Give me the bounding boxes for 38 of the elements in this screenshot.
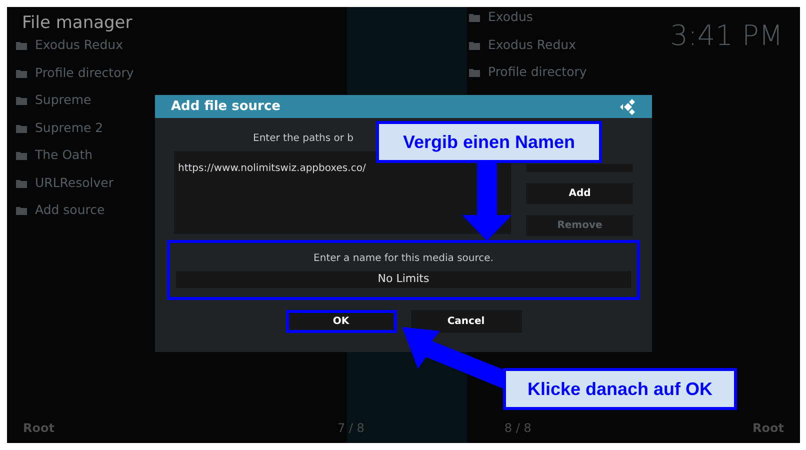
- logo-icon: [620, 98, 636, 114]
- folder-icon: [16, 68, 27, 78]
- dialog-button[interactable]: OK: [286, 310, 396, 333]
- dialog-title: Add file source: [171, 98, 280, 116]
- browse-button[interactable]: [526, 164, 633, 172]
- folder-icon: [16, 206, 27, 216]
- folder-item[interactable]: Add source: [35, 201, 105, 220]
- annotation-callout: Klicke danach auf OK: [503, 368, 737, 410]
- folder-icon: [16, 124, 27, 133]
- footer-label: Root: [23, 420, 54, 437]
- page-counter: 8 / 8: [504, 420, 532, 437]
- side-button[interactable]: Add: [526, 183, 633, 204]
- dialog-button[interactable]: Cancel: [410, 310, 522, 333]
- folder-icon: [16, 41, 27, 50]
- folder-item[interactable]: Supreme 2: [35, 118, 104, 138]
- folder-icon: [469, 68, 480, 78]
- footer-label: Root: [752, 420, 784, 437]
- folder-item[interactable]: URLResolver: [35, 174, 114, 193]
- page-title: File manager: [22, 13, 132, 33]
- dialog-instruction: Enter the paths or b: [253, 133, 354, 144]
- folder-item[interactable]: Exodus Redux: [35, 36, 123, 56]
- folder-item[interactable]: Exodus: [488, 8, 533, 28]
- folder-item[interactable]: Profile directory: [488, 63, 587, 82]
- path-entry[interactable]: https://www.nolimitswiz.appboxes.co/: [178, 161, 366, 176]
- clock: 3:41 PM: [670, 18, 783, 54]
- name-prompt: Enter a name for this media source.: [314, 252, 494, 266]
- annotation-callout: Vergib einen Namen: [376, 121, 602, 163]
- folder-icon: [469, 13, 480, 22]
- page-counter: 7 / 8: [337, 420, 364, 437]
- folder-icon: [16, 96, 27, 106]
- folder-item[interactable]: The Oath: [35, 146, 93, 166]
- folder-icon: [16, 151, 27, 160]
- folder-icon: [469, 40, 480, 50]
- name-field[interactable]: No Limits: [176, 271, 631, 288]
- folder-item[interactable]: Supreme: [35, 91, 92, 110]
- folder-item[interactable]: Profile directory: [35, 64, 134, 83]
- folder-icon: [16, 178, 27, 188]
- folder-item[interactable]: Exodus Redux: [488, 36, 576, 55]
